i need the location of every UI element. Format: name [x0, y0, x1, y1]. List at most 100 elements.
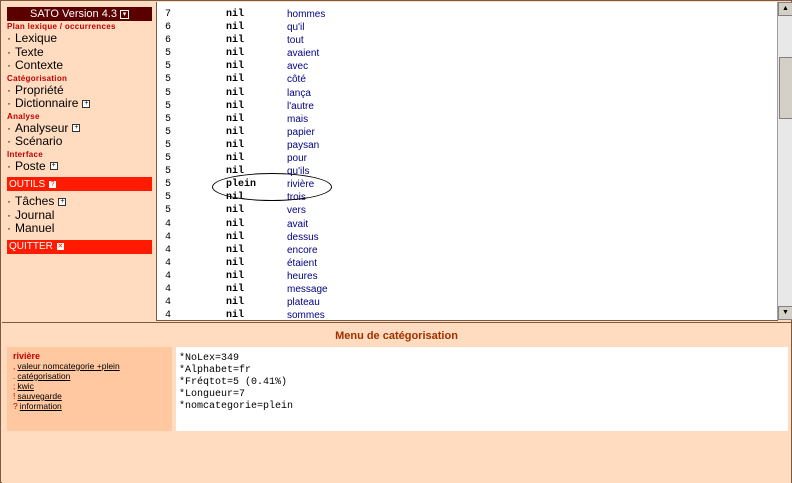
nav-item-dictionnaire[interactable]: · Dictionnaire +	[7, 96, 154, 111]
word-cell[interactable]: avaient	[287, 47, 319, 60]
word-cell[interactable]: qu'il	[287, 21, 304, 34]
nav-item-label: Propriété	[15, 82, 64, 97]
help-icon[interactable]: ?	[49, 180, 57, 188]
scroll-thumb[interactable]	[779, 57, 792, 119]
word-cell[interactable]: avait	[287, 218, 308, 231]
word-cell[interactable]: étaient	[287, 257, 317, 270]
lexicon-row[interactable]: 4 nil message	[157, 283, 778, 296]
scroll-up-icon[interactable]: ▲	[778, 2, 792, 16]
nav-item-lexique[interactable]: · Lexique	[7, 31, 154, 46]
nav-item-propriété[interactable]: · Propriété	[7, 82, 154, 98]
command-link[interactable]: catégorisation	[17, 371, 70, 381]
word-cell[interactable]: dessus	[287, 231, 319, 244]
nav-item-contexte[interactable]: · Contexte	[7, 58, 154, 73]
category-cell: nil	[226, 270, 245, 282]
lexicon-row[interactable]: 4 nil heures	[157, 270, 778, 283]
word-cell[interactable]: heures	[287, 270, 318, 283]
scroll-down-icon[interactable]: ▼	[778, 306, 792, 320]
lexicon-row[interactable]: 5 nil avec	[157, 60, 778, 73]
bullet-icon: ·	[7, 134, 11, 148]
nav-item-analyseur[interactable]: · Analyseur +	[7, 121, 154, 136]
outils-bar[interactable]: OUTILS ?	[7, 177, 152, 191]
category-cell: nil	[226, 297, 245, 309]
lexicon-row[interactable]: 5 nil lança	[157, 87, 778, 100]
frequency-cell: 4	[165, 310, 172, 321]
lexicon-row[interactable]: 5 nil papier	[157, 126, 778, 139]
command-link[interactable]: sauvegarde	[17, 391, 61, 401]
command-link[interactable]: valeur nomcategorie +plein	[17, 361, 119, 371]
word-cell[interactable]: hommes	[287, 8, 325, 21]
nav-item-manuel[interactable]: · Manuel	[7, 221, 154, 236]
lexicon-row[interactable]: 4 nil avait	[157, 218, 778, 231]
nav-item-tâches[interactable]: · Tâches +	[7, 194, 154, 209]
list-scrollbar[interactable]: ▲ ▼	[777, 2, 792, 320]
lexicon-row[interactable]: 4 nil encore	[157, 244, 778, 257]
word-cell[interactable]: avec	[287, 60, 308, 73]
category-cell: nil	[226, 244, 245, 256]
lexicon-row[interactable]: 4 nil dessus	[157, 231, 778, 244]
bullet-icon: ·	[7, 44, 11, 59]
nav-item-texte[interactable]: · Texte	[7, 44, 154, 60]
lexicon-row[interactable]: 6 nil tout	[157, 34, 778, 47]
nav-item-label: Poste	[15, 158, 46, 173]
frequency-cell: 5	[165, 113, 172, 125]
category-cell: nil	[226, 74, 245, 86]
app-window: SATO Version 4.3 ▾ Plan lexique / occurr…	[0, 0, 792, 483]
close-icon[interactable]: ✕	[56, 243, 64, 250]
frequency-cell: 5	[165, 166, 172, 178]
word-cell[interactable]: côté	[287, 73, 306, 86]
command-link[interactable]: kwic	[17, 381, 34, 391]
minimize-icon[interactable]: ▾	[120, 9, 130, 19]
lexicon-row[interactable]: 6 nil qu'il	[157, 21, 778, 34]
nav-section-heading: Interface	[7, 149, 44, 159]
command-link[interactable]: information	[20, 401, 62, 411]
expand-plus-icon[interactable]: +	[58, 197, 67, 206]
nav-item-label: Scénario	[15, 134, 63, 148]
quitter-bar[interactable]: QUITTER ✕	[7, 239, 152, 254]
info-line: *NoLex=349	[179, 353, 240, 364]
word-cell[interactable]: paysan	[287, 139, 319, 152]
nav-section-heading: Analyse	[7, 111, 40, 121]
lexicon-row[interactable]: 5 nil avaient	[157, 47, 778, 60]
expand-plus-icon[interactable]: +	[49, 162, 58, 171]
frequency-cell: 5	[165, 179, 172, 191]
command-key: .	[13, 371, 16, 381]
word-cell[interactable]: papier	[287, 126, 315, 139]
expand-plus-icon[interactable]: +	[72, 124, 81, 133]
nav-item-label: Dictionnaire	[15, 96, 79, 110]
category-cell: nil	[226, 35, 245, 47]
lexicon-row[interactable]: 5 nil l'autre	[157, 100, 778, 113]
nav-item-poste[interactable]: · Poste +	[7, 158, 154, 174]
highlight-annotation-oval	[212, 173, 332, 201]
lexicon-row[interactable]: 5 nil mais	[157, 113, 778, 126]
word-cell[interactable]: lança	[287, 87, 311, 100]
frequency-cell: 5	[165, 74, 172, 86]
lexicon-row[interactable]: 7 nil hommes	[157, 8, 778, 21]
lexicon-list[interactable]: 7 nil hommes 6 nil qu'il 6 nil tout 5 nil avaient 5 n…	[156, 2, 778, 321]
word-cell[interactable]: tout	[287, 34, 304, 47]
word-cell[interactable]: mais	[287, 113, 308, 126]
word-cell[interactable]: sommes	[287, 309, 325, 320]
command-item: ! sauvegarde	[13, 391, 166, 401]
expand-plus-icon[interactable]: +	[82, 99, 91, 108]
word-cell[interactable]: vers	[287, 204, 306, 217]
lexicon-row[interactable]: 4 nil étaient	[157, 257, 778, 270]
word-cell[interactable]: l'autre	[287, 100, 314, 113]
lexicon-row[interactable]: 5 nil pour	[157, 152, 778, 165]
nav-item-scénario[interactable]: · Scénario	[7, 134, 154, 149]
frequency-cell: 5	[165, 153, 172, 165]
word-cell[interactable]: message	[287, 283, 328, 296]
info-box: *NoLex=349 *Alphabet=fr *Fréqtot=5 (0.41%)…	[176, 347, 788, 431]
selected-word: rivière	[13, 351, 41, 361]
lexicon-row[interactable]: 4 nil plateau	[157, 296, 778, 309]
lexicon-row[interactable]: 5 nil paysan	[157, 139, 778, 152]
category-cell: nil	[226, 61, 245, 73]
lexicon-row[interactable]: 4 nil sommes	[157, 309, 778, 321]
nav-item-journal[interactable]: · Journal	[7, 208, 154, 223]
word-cell[interactable]: encore	[287, 244, 318, 257]
lexicon-row[interactable]: 5 nil vers	[157, 204, 778, 217]
lexicon-row[interactable]: 5 nil côté	[157, 73, 778, 86]
info-line: *Alphabet=fr	[179, 365, 252, 376]
word-cell[interactable]: pour	[287, 152, 307, 165]
word-cell[interactable]: plateau	[287, 296, 320, 309]
